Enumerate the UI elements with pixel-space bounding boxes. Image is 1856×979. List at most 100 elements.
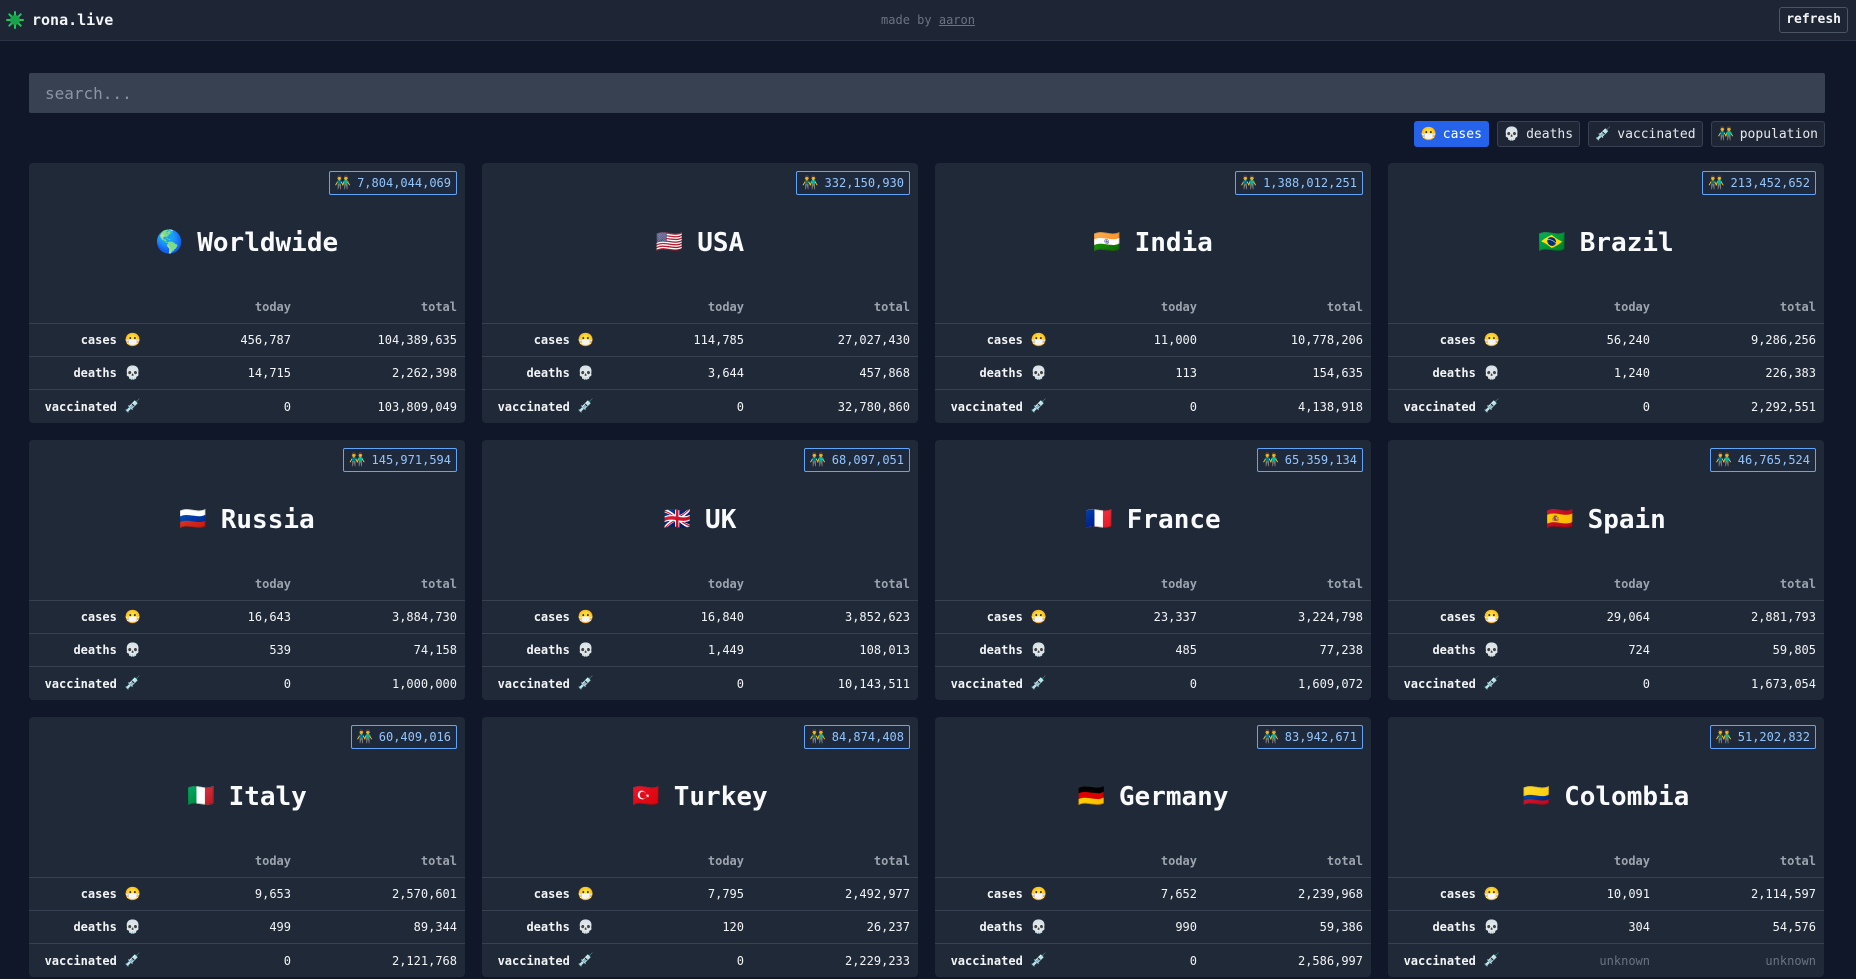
row-label: cases (1439, 610, 1476, 624)
stats-table: today total cases 😷 9,653 2,570,601 deaths 💀 499… (29, 845, 465, 977)
country-card[interactable]: 👬 83,942,671 🇩🇪 Germany today total cases 😷 7,65… (935, 717, 1371, 977)
stats-row-vaccinated: vaccinated 💉 0 2,121,768 (29, 944, 465, 977)
country-card[interactable]: 👬 46,765,524 🇪🇸 Spain today total cases 😷 29,064… (1388, 440, 1824, 700)
flag-icon: 🇮🇳 (1093, 230, 1121, 255)
sort-population-button[interactable]: 👬 population (1710, 121, 1825, 147)
author-link[interactable]: aaron (939, 13, 975, 27)
country-name: India (1134, 228, 1213, 258)
made-by-credit: made by aaron (0, 13, 1856, 27)
sort-cases-button[interactable]: 😷 cases (1413, 121, 1489, 147)
row-label: deaths (979, 643, 1023, 657)
country-title: 🇷🇺 Russia (29, 500, 465, 540)
top-bar: rona.live made by aaron refresh (0, 0, 1856, 41)
deaths-today: 1,449 (707, 643, 744, 657)
stats-header-row: today total (29, 568, 465, 601)
country-card[interactable]: 👬 65,359,134 🇫🇷 France today total cases 😷 23,33… (935, 440, 1371, 700)
cases-total: 9,286,256 (1750, 333, 1816, 347)
deaths-today: 113 (1175, 366, 1197, 380)
people-icon: 👬 (1262, 452, 1279, 468)
population-value: 65,359,134 (1284, 453, 1357, 467)
country-card[interactable]: 👬 332,150,930 🇺🇸 USA today total cases 😷 114,785… (482, 163, 918, 423)
row-label: deaths (1432, 920, 1476, 934)
stats-row-vaccinated: vaccinated 💉 unknown unknown (1388, 944, 1824, 977)
row-label: cases (986, 887, 1023, 901)
vaccinated-total: unknown (1765, 953, 1816, 968)
country-title: 🇮🇹 Italy (29, 777, 465, 817)
country-title: 🇺🇸 USA (482, 223, 918, 263)
stats-row-cases: cases 😷 23,337 3,224,798 (935, 601, 1371, 634)
deaths-today: 304 (1628, 920, 1650, 934)
vaccinated-today: 0 (736, 676, 744, 691)
population-badge: 👬 83,942,671 (1256, 725, 1363, 749)
cases-today: 11,000 (1153, 333, 1197, 347)
vaccinated-today: 0 (283, 399, 291, 414)
stats-header-row: today total (29, 845, 465, 878)
cases-total: 27,027,430 (837, 333, 910, 347)
country-card[interactable]: 👬 7,804,044,069 🌎 Worldwide today total cases 😷… (29, 163, 465, 423)
total-header: total (420, 854, 457, 868)
vaccinated-total: 2,586,997 (1297, 953, 1363, 968)
people-icon: 👬 (1715, 729, 1732, 745)
stats-row-cases: cases 😷 11,000 10,778,206 (935, 324, 1371, 357)
deaths-today: 14,715 (247, 366, 291, 380)
deaths-total: 59,386 (1319, 920, 1363, 934)
stats-row-cases: cases 😷 10,091 2,114,597 (1388, 878, 1824, 911)
row-label: vaccinated (497, 953, 570, 968)
country-card[interactable]: 👬 145,971,594 🇷🇺 Russia today total cases 😷 16,6… (29, 440, 465, 700)
population-badge: 👬 68,097,051 (803, 448, 910, 472)
stats-row-vaccinated: vaccinated 💉 0 1,609,072 (935, 667, 1371, 700)
refresh-button[interactable]: refresh (1779, 7, 1848, 33)
stats-row-cases: cases 😷 7,795 2,492,977 (482, 878, 918, 911)
mask-face-icon: 😷 (1420, 126, 1437, 142)
deaths-total: 74,158 (413, 643, 457, 657)
made-by-text: made by (881, 13, 932, 27)
country-card[interactable]: 👬 84,874,408 🇹🇷 Turkey today total cases 😷 7,795… (482, 717, 918, 977)
country-card[interactable]: 👬 68,097,051 🇬🇧 UK today total cases 😷 16,840 3,8… (482, 440, 918, 700)
sort-vaccinated-button[interactable]: 💉 vaccinated (1588, 121, 1703, 147)
total-header: total (1326, 300, 1363, 314)
cases-today: 456,787 (240, 333, 291, 347)
stats-header-row: today total (935, 568, 1371, 601)
population-badge: 👬 84,874,408 (803, 725, 910, 749)
syringe-icon: 💉 (1483, 953, 1500, 968)
mask-face-icon: 😷 (577, 609, 594, 625)
flag-icon: 🇹🇷 (632, 784, 660, 809)
stats-row-vaccinated: vaccinated 💉 0 1,000,000 (29, 667, 465, 700)
country-card[interactable]: 👬 1,388,012,251 🇮🇳 India today total cases 😷 11,… (935, 163, 1371, 423)
stats-header-row: today total (1388, 568, 1824, 601)
row-label: cases (80, 333, 117, 347)
sort-label: population (1739, 126, 1818, 142)
search-input[interactable] (29, 73, 1825, 113)
sort-deaths-button[interactable]: 💀 deaths (1496, 121, 1581, 147)
population-badge: 👬 1,388,012,251 (1234, 171, 1363, 195)
cases-total: 2,114,597 (1750, 887, 1816, 901)
vaccinated-today: unknown (1599, 953, 1650, 968)
cases-today: 114,785 (693, 333, 744, 347)
row-label: vaccinated (950, 676, 1023, 691)
country-card[interactable]: 👬 60,409,016 🇮🇹 Italy today total cases 😷 9,653 2… (29, 717, 465, 977)
country-card[interactable]: 👬 213,452,652 🇧🇷 Brazil today total cases 😷 56,2… (1388, 163, 1824, 423)
vaccinated-total: 2,292,551 (1750, 399, 1816, 414)
country-name: UK (705, 505, 737, 535)
country-name: Russia (220, 505, 315, 535)
vaccinated-today: 0 (283, 676, 291, 691)
cases-total: 3,884,730 (391, 610, 457, 624)
stats-row-deaths: deaths 💀 539 74,158 (29, 634, 465, 667)
country-title: 🇪🇸 Spain (1388, 500, 1824, 540)
country-title: 🇬🇧 UK (482, 500, 918, 540)
row-label: cases (533, 333, 570, 347)
country-card[interactable]: 👬 51,202,832 🇨🇴 Colombia today total cases 😷 10,… (1388, 717, 1824, 977)
stats-table: today total cases 😷 10,091 2,114,597 deaths 💀 30… (1388, 845, 1824, 977)
mask-face-icon: 😷 (124, 609, 141, 625)
country-name: Turkey (673, 782, 768, 812)
people-icon: 👬 (809, 452, 826, 468)
stats-row-deaths: deaths 💀 990 59,386 (935, 911, 1371, 944)
row-label: cases (1439, 887, 1476, 901)
country-title: 🇨🇴 Colombia (1388, 777, 1824, 817)
skull-icon: 💀 (1483, 919, 1500, 935)
people-icon: 👬 (1240, 175, 1258, 191)
stats-row-deaths: deaths 💀 499 89,344 (29, 911, 465, 944)
vaccinated-total: 2,229,233 (844, 953, 910, 968)
sort-label: cases (1442, 126, 1482, 142)
syringe-icon: 💉 (124, 676, 141, 691)
